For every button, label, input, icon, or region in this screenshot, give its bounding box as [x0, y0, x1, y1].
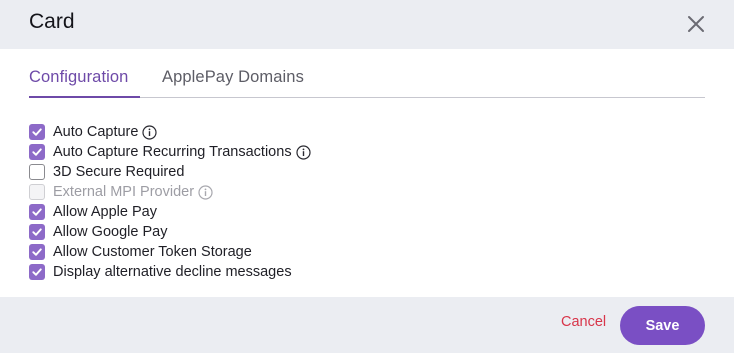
tab-applepay-domains[interactable]: ApplePay Domains [162, 66, 304, 98]
tab-bar: Configuration ApplePay Domains [29, 66, 705, 98]
option-label: Display alternative decline messages [53, 264, 292, 280]
checkbox[interactable] [29, 264, 45, 280]
close-icon[interactable] [684, 12, 708, 36]
option-label: Allow Google Pay [53, 224, 168, 240]
option-row: Allow Google Pay [29, 222, 311, 242]
option-label: Allow Customer Token Storage [53, 244, 252, 260]
option-label: External MPI Provider [53, 184, 195, 200]
info-icon[interactable] [198, 184, 213, 200]
check-icon [32, 208, 42, 216]
save-button[interactable]: Save [620, 306, 705, 345]
check-icon [32, 248, 42, 256]
check-icon [32, 228, 42, 236]
checkbox[interactable] [29, 144, 45, 160]
checkbox[interactable] [29, 124, 45, 140]
info-icon[interactable] [295, 144, 311, 160]
check-icon [32, 268, 42, 276]
option-row: 3D Secure Required [29, 162, 311, 182]
option-label: Allow Apple Pay [53, 204, 157, 220]
modal-title: Card [29, 10, 75, 33]
check-icon [32, 148, 42, 156]
checkbox[interactable] [29, 224, 45, 240]
option-row: Allow Customer Token Storage [29, 242, 311, 262]
option-row: Display alternative decline messages [29, 262, 311, 282]
modal-footer: Cancel Save [0, 297, 734, 353]
option-label: Auto Capture Recurring Transactions [53, 144, 292, 160]
option-row: Allow Apple Pay [29, 202, 311, 222]
info-icon[interactable] [142, 124, 158, 140]
tab-configuration[interactable]: Configuration [29, 66, 140, 98]
check-icon [32, 128, 42, 136]
option-row: Auto Capture Recurring Transactions [29, 142, 311, 162]
modal-header: Card [0, 0, 734, 49]
checkbox [29, 184, 45, 200]
checkbox[interactable] [29, 204, 45, 220]
cancel-button[interactable]: Cancel [561, 314, 606, 330]
option-label: Auto Capture [53, 124, 139, 140]
option-row: External MPI Provider [29, 182, 311, 202]
card-modal: Card Configuration ApplePay Domains Auto… [0, 0, 734, 353]
options-list: Auto Capture Auto Capture Recurring Trans… [29, 122, 311, 282]
checkbox[interactable] [29, 164, 45, 180]
checkbox[interactable] [29, 244, 45, 260]
option-label: 3D Secure Required [53, 164, 185, 180]
option-row: Auto Capture [29, 122, 311, 142]
